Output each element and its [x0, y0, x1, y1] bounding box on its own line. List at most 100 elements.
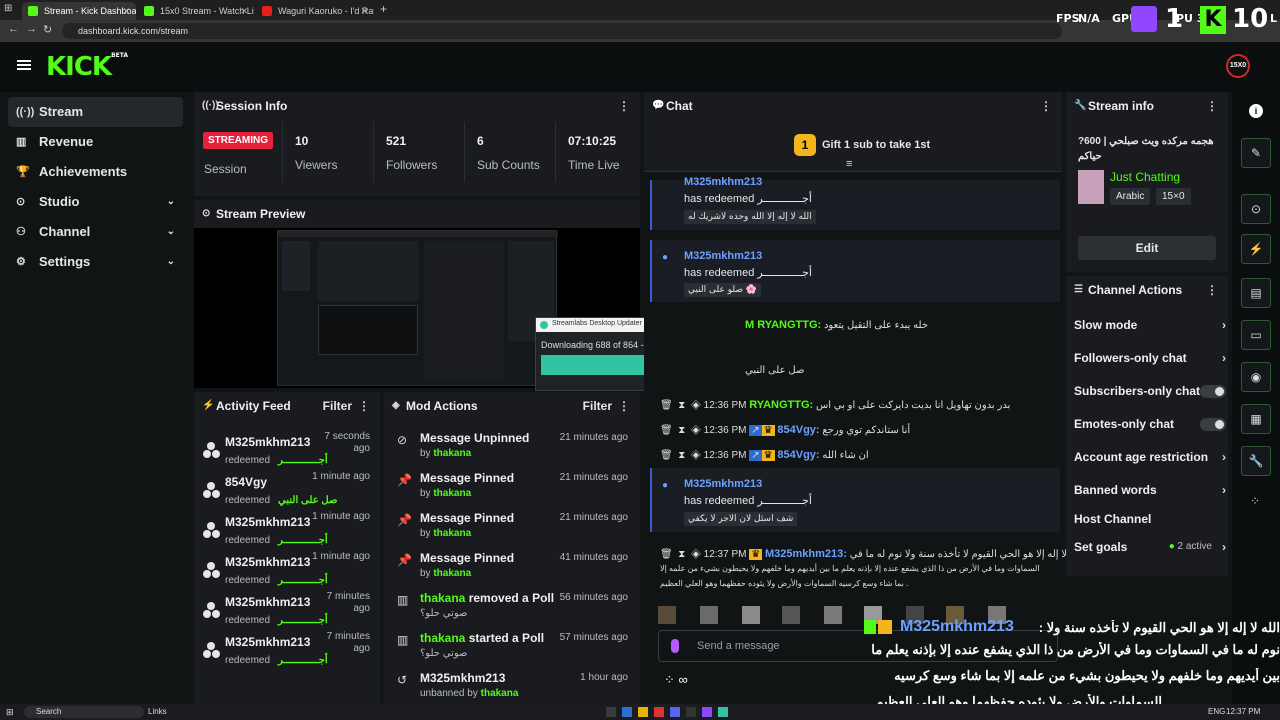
list-item[interactable]: M325mkhm213 redeemed أجــــــــــــر 7 minu…	[200, 590, 370, 630]
close-icon[interactable]: ✕	[122, 2, 130, 20]
browser-tab[interactable]: 15x0 Stream - Watch Live on Ki ✕	[138, 2, 254, 20]
chat-bubble-icon[interactable]: ▭	[1241, 320, 1271, 350]
sidebar-item-channel[interactable]: ⚇ Channel ⌄	[8, 217, 183, 247]
taskbar-app-icon[interactable]	[638, 707, 648, 717]
taskbar-app-icon[interactable]	[702, 707, 712, 717]
list-item[interactable]: 854Vgy redeemed صل على النبي 1 minute ago	[200, 470, 370, 510]
sidebar-item-stream[interactable]: ((·)) Stream	[8, 97, 183, 127]
toggle-switch[interactable]	[1200, 385, 1226, 398]
list-item[interactable]: ▥ thakana removed a Poll صوتي حلو؟ 56 minut…	[392, 588, 628, 626]
taskbar-app-icon[interactable]	[606, 707, 616, 717]
taskbar-app-icon[interactable]	[686, 707, 696, 717]
layout-icon[interactable]: ▦	[1241, 404, 1271, 434]
category-thumbnail[interactable]	[1078, 170, 1104, 204]
timeout-icon[interactable]: ⧗	[678, 549, 685, 560]
activity-username[interactable]: M325mkhm213	[225, 555, 310, 569]
gift-banner[interactable]: 1 Gift 1 sub to take 1st ≡	[644, 120, 1062, 172]
activity-username[interactable]: M325mkhm213	[225, 435, 310, 449]
browser-tab-active[interactable]: Stream - Kick Dashboard ✕	[22, 2, 136, 20]
list-item[interactable]: 📌 Message Pinned by thakana 41 minutes ago	[392, 548, 628, 586]
more-icon[interactable]: ⋮	[358, 392, 370, 420]
chat-username[interactable]: M325mkhm213	[684, 176, 762, 188]
wrench-icon[interactable]: 🔧	[1241, 446, 1271, 476]
forward-icon[interactable]: →	[26, 23, 37, 35]
filter-button[interactable]: Filter	[583, 392, 612, 420]
shield-icon[interactable]: ◈	[691, 400, 701, 411]
list-item[interactable]: 📌 Message Pinned by thakana 21 minutes ago	[392, 468, 628, 506]
tag-chip[interactable]: Arabic	[1110, 188, 1151, 205]
channel-action-emotes-only-chat[interactable]: Emotes-only chat	[1074, 411, 1226, 437]
infinity-icon[interactable]: ⁘ ∞	[664, 672, 688, 688]
chat-username[interactable]: 854Vgy:	[777, 424, 819, 436]
list-item[interactable]: M325mkhm213 redeemed أجــــــــــــر 7 seco…	[200, 430, 370, 470]
mod-by[interactable]: thakana	[481, 688, 519, 699]
shield-icon[interactable]: ◈	[691, 450, 701, 461]
activity-username[interactable]: M325mkhm213	[225, 515, 310, 529]
browser-tab[interactable]: Waguri Kaoruko - I'd Rather Li ✕	[256, 2, 374, 20]
tag-chip[interactable]: 15×0	[1156, 188, 1191, 205]
mic-icon[interactable]	[671, 639, 679, 653]
taskbar-app-icon[interactable]	[622, 707, 632, 717]
url-field[interactable]: dashboard.kick.com/stream	[62, 23, 1062, 39]
mod-by[interactable]: thakana	[433, 488, 471, 499]
avatar[interactable]: 15X0	[1226, 54, 1250, 78]
shield-icon[interactable]: ◈	[691, 425, 701, 436]
document-icon[interactable]: ▤	[1241, 278, 1271, 308]
reload-icon[interactable]: ↻	[43, 23, 52, 36]
channel-action-slow-mode[interactable]: Slow mode ›	[1074, 312, 1226, 338]
menu-icon[interactable]	[17, 60, 31, 70]
new-tab-button[interactable]: +	[380, 2, 387, 16]
shield-icon[interactable]: ◈	[691, 549, 701, 560]
list-item[interactable]: ↺ M325mkhm213 unbanned by thakana 1 hour ag…	[392, 668, 628, 706]
activity-username[interactable]: M325mkhm213	[225, 635, 310, 649]
activity-username[interactable]: 854Vgy	[225, 475, 267, 489]
sidebar-item-studio[interactable]: ⊙ Studio ⌄	[8, 187, 183, 217]
taskbar-app-icon[interactable]	[718, 707, 728, 717]
emote-icon[interactable]	[658, 606, 676, 624]
mod-by[interactable]: thakana	[433, 568, 471, 579]
broadcast-icon[interactable]: ◉	[1241, 362, 1271, 392]
kick-logo[interactable]: KICKBETA	[46, 52, 128, 82]
emote-icon[interactable]	[742, 606, 760, 624]
timeout-icon[interactable]: ⧗	[678, 425, 685, 436]
pencil-icon[interactable]: ✎	[1241, 138, 1271, 168]
channel-action-banned-words[interactable]: Banned words ›	[1074, 477, 1226, 503]
channel-action-account-age-restriction[interactable]: Account age restriction ›	[1074, 444, 1226, 470]
list-item[interactable]: M325mkhm213 redeemed أجــــــــــــر 7 minu…	[200, 630, 370, 670]
sidebar-item-achievements[interactable]: 🏆 Achievements	[8, 157, 183, 187]
chat-username[interactable]: 854Vgy:	[777, 449, 819, 461]
more-icon[interactable]: ⋮	[1206, 276, 1218, 304]
emote-icon[interactable]	[700, 606, 718, 624]
more-icon[interactable]: ⋮	[1040, 92, 1052, 120]
sidebar-item-settings[interactable]: ⚙ Settings ⌄	[8, 247, 183, 277]
activity-username[interactable]: M325mkhm213	[225, 595, 310, 609]
windows-start-icon[interactable]: ⊞	[6, 707, 14, 718]
chat-username[interactable]: M RYANGTTG:	[745, 319, 821, 331]
emote-icon[interactable]	[824, 606, 842, 624]
mod-by[interactable]: thakana	[433, 448, 471, 459]
info-icon[interactable]: i	[1249, 104, 1263, 118]
mod-actor[interactable]: thakana	[420, 591, 465, 605]
back-icon[interactable]: ←	[8, 23, 19, 35]
trash-icon[interactable]: 🗑	[660, 450, 673, 461]
category-link[interactable]: Just Chatting	[1110, 170, 1180, 184]
timeout-icon[interactable]: ⧗	[678, 400, 685, 411]
chat-username[interactable]: RYANGTTG:	[749, 399, 813, 411]
list-item[interactable]: 📌 Message Pinned by thakana 21 minutes ago	[392, 508, 628, 546]
users-icon[interactable]: ⁘	[1250, 494, 1260, 508]
trash-icon[interactable]: 🗑	[660, 549, 673, 560]
channel-action-subscribers-only-chat[interactable]: Subscribers-only chat	[1074, 378, 1226, 404]
filter-button[interactable]: Filter	[323, 392, 352, 420]
language-indicator[interactable]: ENG	[1208, 707, 1225, 716]
mod-by[interactable]: thakana	[433, 528, 471, 539]
focus-icon[interactable]: ⊙	[1241, 194, 1271, 224]
taskbar-search[interactable]: Search	[24, 706, 144, 718]
list-item[interactable]: M325mkhm213 redeemed أجــــــــــــر 1 minu…	[200, 550, 370, 590]
trash-icon[interactable]: 🗑	[660, 425, 673, 436]
taskbar-links[interactable]: Links	[148, 707, 167, 716]
taskbar-app-icon[interactable]	[670, 707, 680, 717]
timeout-icon[interactable]: ⧗	[678, 450, 685, 461]
more-icon[interactable]: ⋮	[618, 92, 630, 120]
more-icon[interactable]: ⋮	[618, 392, 630, 420]
channel-action-followers-only-chat[interactable]: Followers-only chat ›	[1074, 345, 1226, 371]
